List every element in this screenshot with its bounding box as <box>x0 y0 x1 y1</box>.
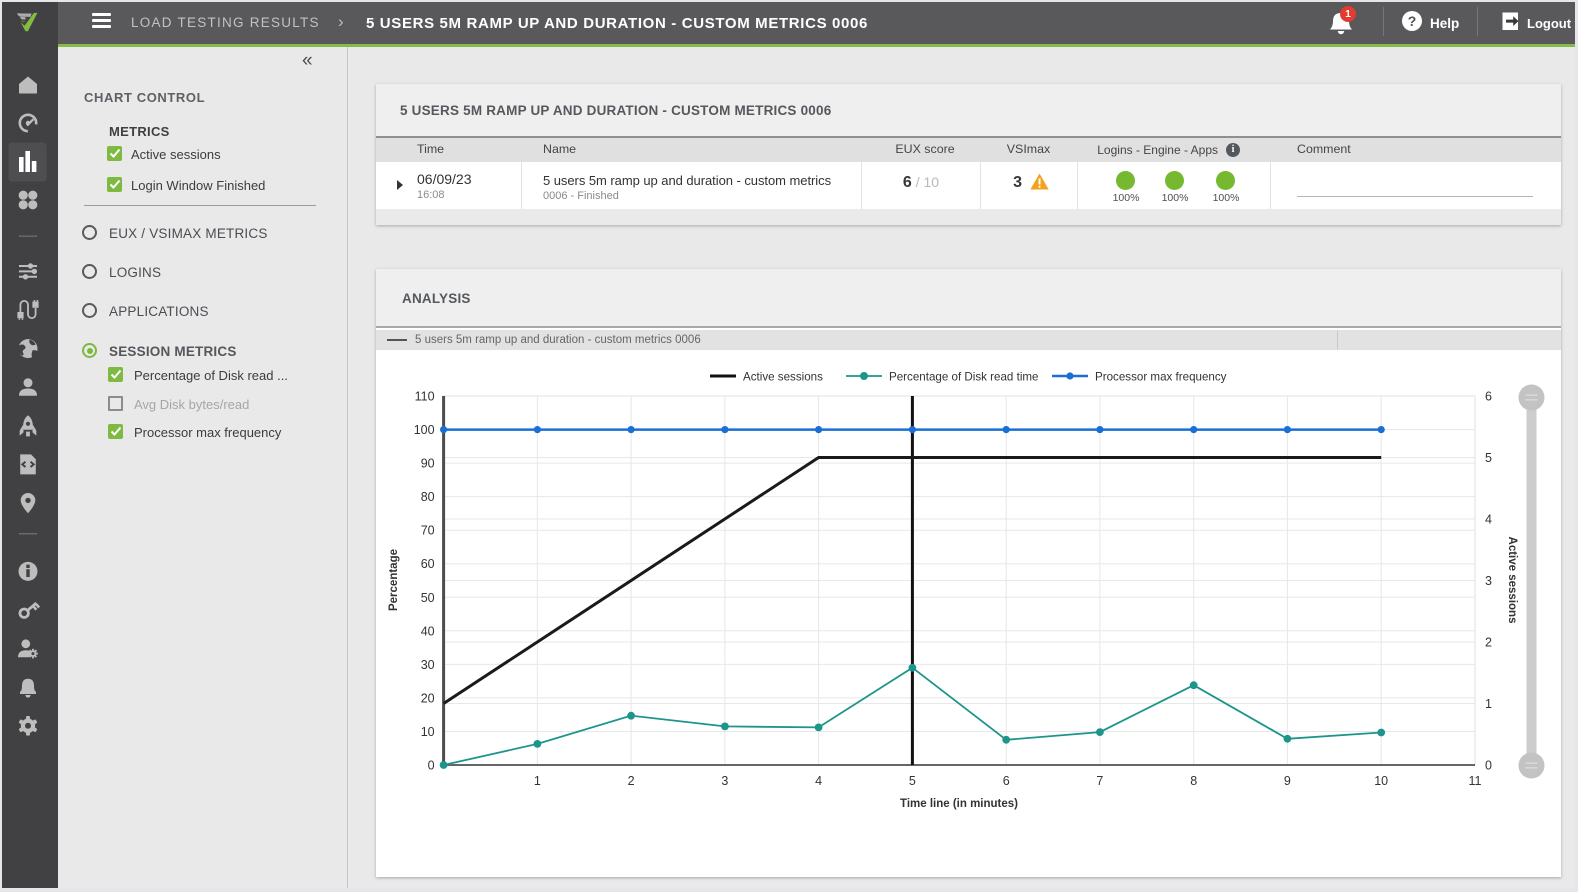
svg-text:5: 5 <box>1485 451 1492 465</box>
svg-text:Time line (in minutes): Time line (in minutes) <box>900 798 1018 810</box>
svg-text:1: 1 <box>1485 697 1492 711</box>
svg-text:6: 6 <box>1003 774 1010 788</box>
svg-text:20: 20 <box>421 691 435 705</box>
svg-text:10: 10 <box>1374 774 1388 788</box>
svg-text:30: 30 <box>421 658 435 672</box>
svg-text:3: 3 <box>721 774 728 788</box>
svg-text:9: 9 <box>1284 774 1291 788</box>
svg-text:5: 5 <box>909 774 916 788</box>
svg-text:Percentage: Percentage <box>388 549 400 611</box>
svg-text:40: 40 <box>421 624 435 638</box>
svg-text:Percentage of Disk read time: Percentage of Disk read time <box>889 371 1039 384</box>
svg-text:50: 50 <box>421 591 435 605</box>
svg-text:90: 90 <box>421 457 435 471</box>
svg-text:1: 1 <box>534 774 541 788</box>
svg-text:3: 3 <box>1485 574 1492 588</box>
svg-text:Active sessions: Active sessions <box>1506 537 1518 624</box>
svg-text:11: 11 <box>1469 774 1482 788</box>
svg-text:0: 0 <box>1485 759 1492 773</box>
svg-text:8: 8 <box>1190 774 1197 788</box>
svg-text:Active sessions: Active sessions <box>743 371 823 384</box>
svg-text:100: 100 <box>414 423 435 437</box>
svg-text:70: 70 <box>421 524 435 538</box>
svg-text:60: 60 <box>421 557 435 571</box>
svg-text:7: 7 <box>1096 774 1103 788</box>
svg-text:4: 4 <box>815 774 822 788</box>
svg-text:6: 6 <box>1485 390 1492 404</box>
svg-text:110: 110 <box>415 390 435 404</box>
svg-text:10: 10 <box>421 725 435 739</box>
svg-text:80: 80 <box>421 490 435 504</box>
svg-text:2: 2 <box>628 774 635 788</box>
svg-text:0: 0 <box>428 759 435 773</box>
svg-text:Processor max frequency: Processor max frequency <box>1095 371 1227 384</box>
svg-text:2: 2 <box>1485 636 1492 650</box>
svg-text:4: 4 <box>1485 513 1492 527</box>
